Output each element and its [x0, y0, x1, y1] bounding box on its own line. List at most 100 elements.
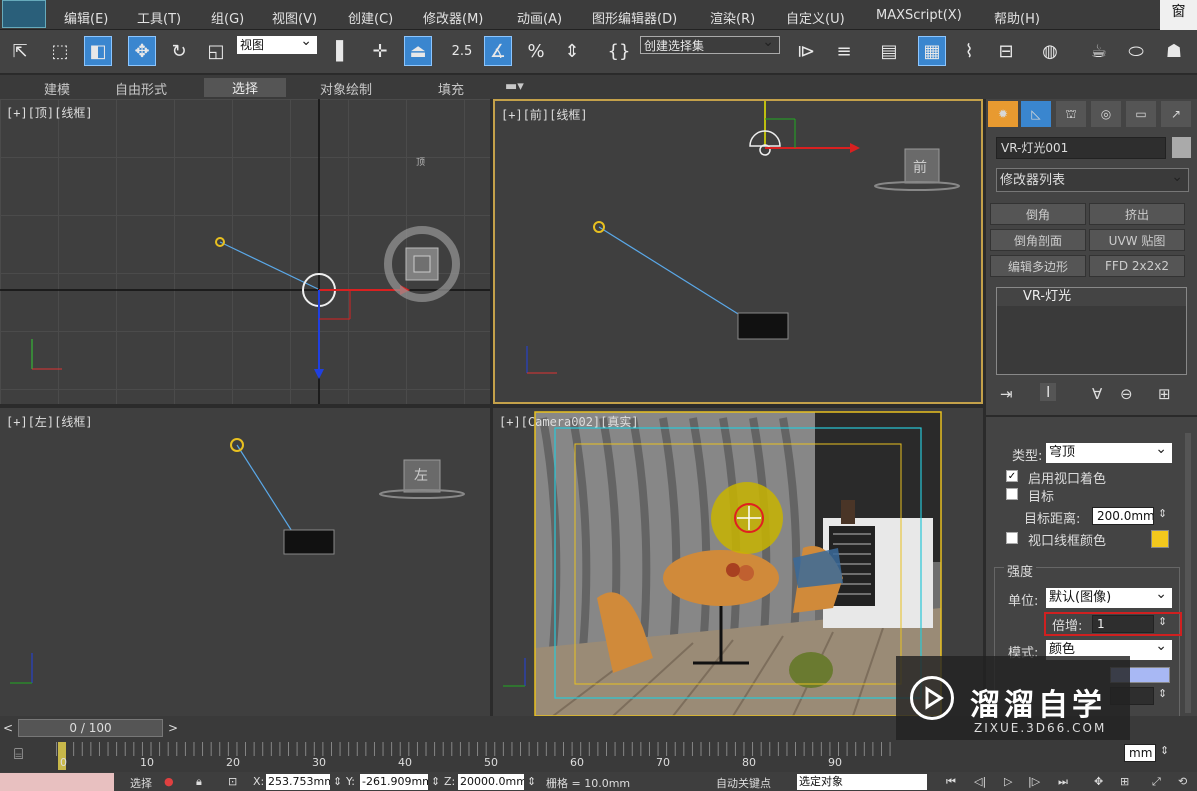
absolute-mode-icon[interactable]: ⊡: [228, 775, 237, 788]
modifier-bevel-profile-button[interactable]: 倒角剖面: [990, 229, 1086, 251]
motion-tab-icon[interactable]: ◎: [1091, 101, 1121, 127]
maximize-viewport-icon[interactable]: ⤢: [1152, 775, 1161, 789]
make-unique-icon[interactable]: ∀: [1092, 385, 1102, 403]
ribbon-options-icon[interactable]: ▬▾: [505, 79, 524, 94]
target-checkbox[interactable]: [1006, 488, 1018, 500]
menu-edit[interactable]: 编辑(E): [64, 8, 108, 27]
curve-editor-icon[interactable]: ⌇: [955, 36, 983, 66]
menu-create[interactable]: 创建(C): [348, 8, 393, 27]
y-spinner[interactable]: ⇕: [431, 775, 440, 788]
menu-help[interactable]: 帮助(H): [994, 8, 1040, 27]
time-slider-prev-button[interactable]: <: [0, 720, 16, 736]
multiplier-spinner[interactable]: ⇕: [1158, 615, 1167, 628]
menu-maxscript[interactable]: MAXScript(X): [876, 8, 962, 23]
menu-group[interactable]: 组(G): [211, 8, 244, 27]
rotate-icon[interactable]: ↻: [165, 36, 193, 66]
view-cube-left-label[interactable]: 左: [414, 465, 428, 485]
object-name-field[interactable]: VR-灯光001: [996, 137, 1166, 159]
stack-item[interactable]: VR-灯光: [997, 288, 1186, 306]
menu-customize[interactable]: 自定义(U): [786, 8, 845, 27]
light-type-dropdown[interactable]: 穹顶: [1046, 439, 1172, 463]
z-spinner[interactable]: ⇕: [527, 775, 536, 788]
enable-viewport-shading-checkbox[interactable]: ✓: [1006, 470, 1018, 482]
edit-named-sets-icon[interactable]: {}: [605, 36, 633, 66]
modifier-edit-poly-button[interactable]: 编辑多边形: [990, 255, 1086, 277]
modifier-bevel-button[interactable]: 倒角: [990, 203, 1086, 225]
zoom-extents-icon[interactable]: ⊞: [1120, 775, 1129, 788]
select-manipulate-icon[interactable]: ✛: [366, 36, 394, 66]
menu-tools[interactable]: 工具(T): [137, 8, 181, 27]
menu-animation[interactable]: 动画(A): [517, 8, 562, 27]
render-setup-icon[interactable]: ☕: [1085, 36, 1113, 66]
viewport-top[interactable]: [+][顶][线框] 顶: [0, 99, 490, 404]
keyboard-shortcut-icon[interactable]: ⏏: [404, 36, 432, 66]
z-coordinate-field[interactable]: 20000.0mm: [458, 774, 524, 790]
x-spinner[interactable]: ⇕: [333, 775, 342, 788]
lock-selection-icon[interactable]: 🔒︎: [196, 775, 202, 789]
curve-editor-mini-icon[interactable]: ⌸: [14, 745, 36, 765]
rendered-frame-icon[interactable]: ⬭: [1122, 36, 1150, 66]
modifier-list-dropdown[interactable]: 修改器列表: [996, 165, 1189, 192]
play-icon[interactable]: ▷: [1004, 775, 1012, 788]
modifier-extrude-button[interactable]: 挤出: [1089, 203, 1185, 225]
next-frame-icon[interactable]: |▷: [1028, 775, 1040, 788]
pin-stack-icon[interactable]: ⇥: [1000, 385, 1013, 403]
timeline[interactable]: ⌸ 0 10 20 30 40 50 60 70 80 90 mm ⇕: [0, 740, 1197, 772]
tab-modeling[interactable]: 建模: [44, 79, 70, 98]
window-corner[interactable]: 窗: [1160, 0, 1197, 30]
create-tab-icon[interactable]: ✹: [988, 101, 1018, 127]
render-production-icon[interactable]: ☗: [1160, 36, 1188, 66]
extra-value-spinner[interactable]: ⇕: [1158, 687, 1167, 700]
configure-sets-icon[interactable]: ⊞: [1158, 385, 1171, 403]
goto-start-icon[interactable]: ⏮: [946, 775, 956, 789]
move-icon[interactable]: ✥: [128, 36, 156, 66]
align-icon[interactable]: ≡: [830, 36, 858, 66]
percent-snap-icon[interactable]: %: [522, 36, 550, 66]
viewport-left[interactable]: [+][左][线框] 左: [0, 408, 490, 716]
tab-object-paint[interactable]: 对象绘制: [320, 79, 372, 98]
modifier-stack[interactable]: VR-灯光: [996, 287, 1187, 375]
target-distance-spinner[interactable]: ⇕: [1158, 507, 1167, 520]
modifier-uvw-map-button[interactable]: UVW 贴图: [1089, 229, 1185, 251]
object-color-swatch[interactable]: [1172, 137, 1191, 158]
viewport-front[interactable]: [+][前][线框] 前: [493, 99, 983, 404]
panel-scrollbar[interactable]: [1185, 433, 1191, 713]
time-slider[interactable]: 0 / 100: [18, 719, 163, 737]
wire-color-swatch[interactable]: [1151, 530, 1169, 548]
remove-modifier-icon[interactable]: ⊖: [1120, 385, 1133, 403]
time-slider-next-button[interactable]: >: [165, 720, 181, 736]
snap-toggle-icon[interactable]: 2.5: [448, 36, 476, 66]
pivot-icon[interactable]: ▐: [322, 36, 350, 66]
goto-end-icon[interactable]: ⏭: [1058, 775, 1068, 789]
unit-mm-field[interactable]: mm: [1124, 744, 1156, 762]
timeline-ruler[interactable]: [56, 742, 896, 770]
view-cube-top-label[interactable]: 顶: [416, 155, 425, 168]
scene-explorer-icon[interactable]: ▦: [918, 36, 946, 66]
key-filter-dropdown[interactable]: 选定对象: [797, 774, 927, 790]
material-editor-icon[interactable]: ◍: [1036, 36, 1064, 66]
spinner-snap-icon[interactable]: ⇕: [558, 36, 586, 66]
menu-rendering[interactable]: 渲染(R): [710, 8, 755, 27]
pan-view-icon[interactable]: ✥: [1094, 775, 1103, 788]
mirror-icon[interactable]: ⧐: [792, 36, 820, 66]
utilities-tab-icon[interactable]: ↗: [1161, 101, 1191, 127]
x-coordinate-field[interactable]: 253.753mm: [266, 774, 330, 790]
named-selection-dropdown[interactable]: 创建选择集: [640, 33, 780, 54]
maxscript-listener[interactable]: [0, 773, 114, 791]
layer-manager-icon[interactable]: ▤: [875, 36, 903, 66]
auto-key-button[interactable]: 自动关键点: [716, 775, 771, 791]
menu-views[interactable]: 视图(V): [272, 8, 317, 27]
hierarchy-tab-icon[interactable]: ⛫: [1056, 101, 1086, 127]
select-filter-icon[interactable]: ⇱: [6, 36, 34, 66]
tab-freeform[interactable]: 自由形式: [115, 79, 167, 98]
view-cube-front-label[interactable]: 前: [913, 157, 927, 177]
orbit-icon[interactable]: ⟲: [1178, 775, 1187, 788]
isolate-icon[interactable]: ●: [164, 775, 174, 788]
show-end-result-icon[interactable]: Ⅰ: [1040, 383, 1057, 401]
tab-populate[interactable]: 填充: [438, 79, 464, 98]
app-logo[interactable]: [2, 0, 46, 28]
target-distance-field[interactable]: 200.0mm: [1092, 507, 1154, 525]
modifier-ffd-button[interactable]: FFD 2x2x2: [1089, 255, 1185, 277]
prev-frame-icon[interactable]: ◁|: [974, 775, 986, 788]
window-crossing-icon[interactable]: ◧: [84, 36, 112, 66]
